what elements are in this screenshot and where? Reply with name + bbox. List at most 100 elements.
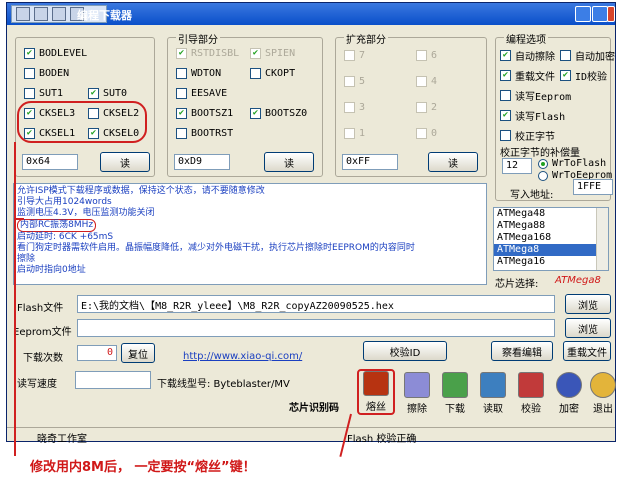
- chip-list-scrollbar[interactable]: [596, 208, 608, 270]
- boot-ckopt[interactable]: CKOPT: [250, 68, 295, 79]
- eeprom-file-field[interactable]: [77, 319, 555, 337]
- cal-value-field[interactable]: 12: [502, 158, 532, 174]
- checkbox[interactable]: [176, 128, 187, 139]
- website-link[interactable]: http://www.xiao-qi.com/: [183, 351, 302, 362]
- checkbox[interactable]: [500, 90, 511, 101]
- chip-item-selected[interactable]: ATMega8: [494, 244, 608, 256]
- view-edit-button[interactable]: 察看编辑: [491, 341, 553, 361]
- ext-bit-5: 5: [344, 76, 365, 87]
- reload-file-button[interactable]: 重载文件: [563, 341, 611, 361]
- option-reload-file[interactable]: ✔ 重载文件: [500, 68, 555, 83]
- programmer-window: 编程下载器 ✔ BODLEVEL BODEN SUT1 ✔ SUT0 ✔ CKSEL3…: [6, 2, 619, 445]
- fuse-bodlevel[interactable]: ✔ BODLEVEL: [24, 48, 87, 59]
- lock-icon: [556, 372, 582, 398]
- minimize-button[interactable]: [575, 6, 591, 22]
- chip-item[interactable]: ATMega88: [494, 220, 608, 232]
- checkbox: [344, 76, 355, 87]
- tool-read-button[interactable]: 读取: [477, 369, 509, 415]
- copy-icon[interactable]: [52, 7, 66, 21]
- boot-value-field[interactable]: 0xD9: [174, 154, 230, 170]
- checkbox[interactable]: [500, 130, 511, 141]
- tool-verify-button[interactable]: 校验: [515, 369, 547, 415]
- option-cal-byte[interactable]: 校正字节: [500, 128, 555, 143]
- speed-slider[interactable]: [75, 371, 151, 389]
- checkbox: ✔: [176, 48, 187, 59]
- ext-read-button[interactable]: 读: [428, 152, 478, 172]
- chip-item[interactable]: ATMega168: [494, 232, 608, 244]
- checkbox[interactable]: ✔: [500, 70, 511, 81]
- checkbox[interactable]: [560, 50, 571, 61]
- option-rw-flash[interactable]: ✔ 读写Flash: [500, 108, 565, 123]
- chip-item[interactable]: ATMega16: [494, 256, 608, 268]
- chip-listbox[interactable]: ATMega48 ATMega88 ATMega168 ATMega8 ATMe…: [493, 207, 609, 271]
- checkbox[interactable]: ✔: [500, 110, 511, 121]
- checkbox[interactable]: ✔: [88, 88, 99, 99]
- radio[interactable]: [538, 170, 548, 181]
- status-left: 晓奇工作室: [37, 434, 87, 445]
- title-bar[interactable]: 编程下载器: [7, 3, 615, 25]
- checkbox[interactable]: [176, 88, 187, 99]
- addr-value-field[interactable]: 1FFE: [573, 179, 613, 195]
- tool-erase-button[interactable]: 擦除: [401, 369, 433, 415]
- radio[interactable]: [538, 158, 548, 169]
- checkbox[interactable]: [250, 68, 261, 79]
- fuse-boden[interactable]: BODEN: [24, 68, 69, 79]
- boot-group-title: 引导部分: [176, 31, 220, 46]
- annotation-caption: 修改用内8M后， 一定要按“熔丝”键！: [30, 460, 256, 475]
- fuse-sut0[interactable]: ✔ SUT0: [88, 88, 127, 99]
- checkbox: [416, 128, 427, 139]
- checkbox[interactable]: [24, 88, 35, 99]
- fuse-value-field[interactable]: 0x64: [22, 154, 78, 170]
- boot-bootsz0[interactable]: ✔ BOOTSZ0: [250, 108, 307, 119]
- boot-wdton[interactable]: WDTON: [176, 68, 221, 79]
- checkbox[interactable]: [24, 68, 35, 79]
- tool-exit-button[interactable]: 退出: [587, 369, 619, 415]
- print-icon[interactable]: [34, 7, 48, 21]
- checkbox[interactable]: [176, 68, 187, 79]
- addr-label: 写入地址:: [510, 190, 554, 201]
- boot-bootsz1[interactable]: ✔ BOOTSZ1: [176, 108, 233, 119]
- checkbox[interactable]: ✔: [176, 108, 187, 119]
- eeprom-browse-button[interactable]: 浏览: [565, 318, 611, 338]
- flash-browse-button[interactable]: 浏览: [565, 294, 611, 314]
- option-id-check[interactable]: ✔ ID校验: [560, 68, 607, 83]
- boot-eesave[interactable]: EESAVE: [176, 88, 227, 99]
- chip-item[interactable]: ATMega48: [494, 208, 608, 220]
- info-log: 允许ISP模式下载程序或数据，保持这个状态，请不要随意修改 引导大占用1024w…: [13, 183, 487, 285]
- close-button[interactable]: [607, 6, 615, 22]
- tool-lock-button[interactable]: 加密: [553, 369, 585, 415]
- checkbox[interactable]: ✔: [500, 50, 511, 61]
- boot-spien: ✔ SPIEN: [250, 48, 295, 59]
- flash-file-field[interactable]: E:\我的文档\【M8_R2R_yleee】\M8_R2R_copyAZ2009…: [77, 295, 555, 313]
- ext-bit-0: 0: [416, 128, 437, 139]
- log-line: 允许ISP模式下载程序或数据，保持这个状态，请不要随意修改: [17, 186, 265, 196]
- fuse-sut1[interactable]: SUT1: [24, 88, 63, 99]
- boot-read-button[interactable]: 读: [264, 152, 314, 172]
- option-auto-erase[interactable]: ✔ 自动擦除: [500, 48, 555, 63]
- checkbox: [344, 128, 355, 139]
- maximize-button[interactable]: [592, 6, 608, 22]
- check-id-button[interactable]: 校验ID: [363, 341, 447, 361]
- boot-bootrst[interactable]: BOOTRST: [176, 128, 233, 139]
- ext-bit-2: 2: [416, 102, 437, 113]
- fuse-read-button[interactable]: 读: [100, 152, 150, 172]
- log-line: 启动时指向0地址: [17, 265, 86, 275]
- save-icon[interactable]: [16, 7, 30, 21]
- radio-wrtoflash[interactable]: WrToFlash: [538, 158, 606, 169]
- option-auto-lock[interactable]: 自动加密: [560, 48, 615, 63]
- option-rw-eeprom[interactable]: 读写Eeprom: [500, 88, 571, 103]
- checkbox[interactable]: ✔: [24, 48, 35, 59]
- tool-download-button[interactable]: 下载: [439, 369, 471, 415]
- checkbox[interactable]: ✔: [560, 70, 571, 81]
- download-count-label: 下载次数: [23, 353, 63, 364]
- reset-button[interactable]: 复位: [121, 343, 155, 363]
- flash-file-label: Flash文件: [17, 303, 64, 314]
- cal-label: 校正字节的补偿量: [500, 148, 580, 159]
- options-group: 编程选项 ✔ 自动擦除 自动加密 ✔ 重载文件 ✔ ID校验 读写Eeprom ✔ 读写…: [495, 31, 615, 201]
- chip-id-label: 芯片识别码: [289, 403, 339, 414]
- checkbox: ✔: [250, 48, 261, 59]
- tool-fuse-button[interactable]: 熔丝: [357, 369, 395, 415]
- ext-value-field[interactable]: 0xFF: [342, 154, 398, 170]
- checkbox[interactable]: ✔: [250, 108, 261, 119]
- checkbox: [344, 102, 355, 113]
